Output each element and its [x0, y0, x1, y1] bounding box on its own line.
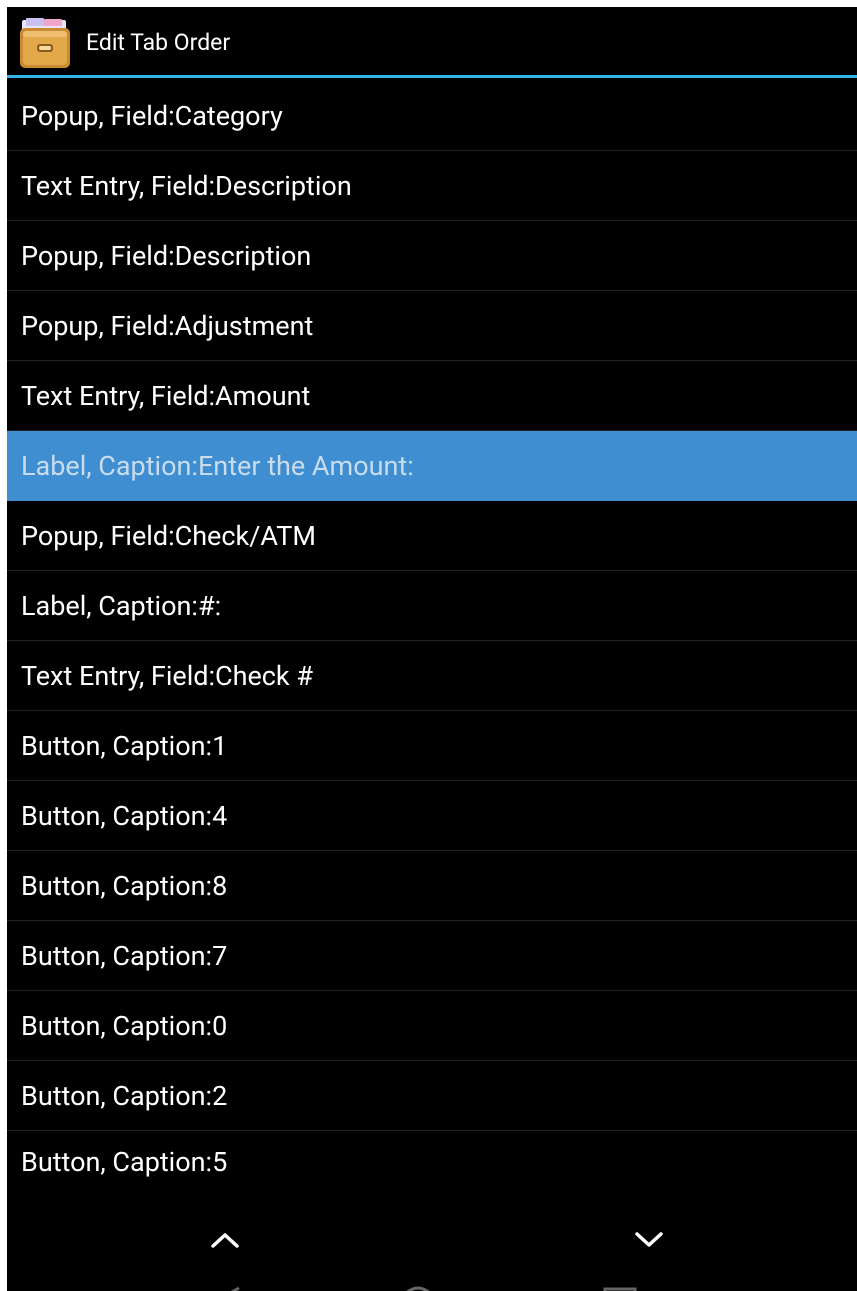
file-cabinet-icon[interactable] — [18, 16, 72, 70]
list-item[interactable]: Label, Caption:#: — [7, 571, 857, 641]
list-item-label: Popup, Field:Description — [21, 239, 312, 272]
list-item-label: Popup, Field:Adjustment — [21, 309, 314, 342]
chevron-up-icon[interactable] — [195, 1220, 255, 1260]
list-item[interactable]: Text Entry, Field:Description — [7, 151, 857, 221]
list-item[interactable]: Button, Caption:8 — [7, 851, 857, 921]
list-item-label: Button, Caption:8 — [21, 869, 228, 902]
list-item-label: Popup, Field:Category — [21, 99, 283, 132]
list-item-label: Text Entry, Field:Description — [21, 169, 352, 202]
list-item[interactable]: Popup, Field:Check/ATM — [7, 501, 857, 571]
list-item-label: Button, Caption:7 — [21, 939, 228, 972]
list-item[interactable]: Button, Caption:2 — [7, 1061, 857, 1131]
list-item-label: Text Entry, Field:Check # — [21, 659, 313, 692]
list-item[interactable]: Popup, Field:Category — [7, 81, 857, 151]
list-item-label: Button, Caption:5 — [21, 1146, 228, 1178]
list-item[interactable]: Button, Caption:4 — [7, 781, 857, 851]
screen: Edit Tab Order Popup, Field:Category Text… — [7, 7, 857, 1291]
list-item[interactable]: Popup, Field:Description — [7, 221, 857, 291]
list-item[interactable]: Button, Caption:1 — [7, 711, 857, 781]
list-item[interactable]: Text Entry, Field:Check # — [7, 641, 857, 711]
list-item-label: Button, Caption:0 — [21, 1009, 228, 1042]
list-item[interactable]: Popup, Field:Adjustment — [7, 291, 857, 361]
list-item-label: Popup, Field:Check/ATM — [21, 519, 316, 552]
list-item[interactable]: Button, Caption:0 — [7, 991, 857, 1061]
list-item[interactable]: Label, Caption:Enter the Amount: — [7, 431, 857, 501]
list-item-label: Label, Caption:Enter the Amount: — [21, 449, 414, 482]
action-bar: Edit Tab Order — [7, 7, 857, 78]
list-item[interactable]: Text Entry, Field:Amount — [7, 361, 857, 431]
list-item-label: Button, Caption:2 — [21, 1079, 228, 1112]
list-item-label: Button, Caption:4 — [21, 799, 228, 832]
page-title: Edit Tab Order — [86, 29, 231, 56]
list-item-label: Button, Caption:1 — [21, 729, 228, 762]
tab-order-list: Popup, Field:Category Text Entry, Field:D… — [7, 81, 857, 1193]
list-item[interactable]: Button, Caption:7 — [7, 921, 857, 991]
chevron-down-icon[interactable] — [619, 1220, 679, 1260]
system-nav-bar — [7, 1280, 857, 1291]
list-item-label: Label, Caption:#: — [21, 589, 222, 622]
list-item[interactable]: Button, Caption:5 — [7, 1131, 857, 1193]
list-item-label: Text Entry, Field:Amount — [21, 379, 311, 412]
